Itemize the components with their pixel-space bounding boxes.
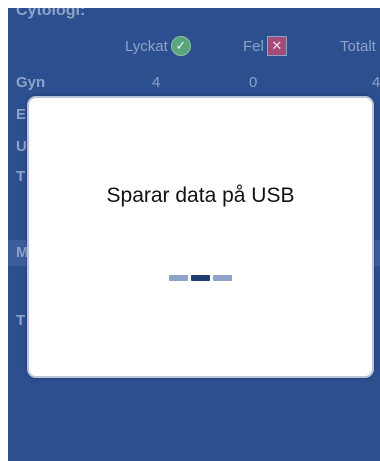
check-circle-icon: ✓	[170, 36, 191, 56]
row-success-value: 4	[152, 74, 161, 91]
row-error-value: 0	[249, 74, 258, 91]
progress-dash	[213, 275, 232, 281]
row-label: T	[16, 168, 26, 185]
total-column-header: Totalt	[340, 35, 376, 57]
success-column-header: Lyckat ✓	[125, 35, 191, 57]
error-column-label: Fel	[243, 37, 264, 55]
error-column-header: Fel ✕	[243, 35, 287, 57]
x-box-icon: ✕	[266, 36, 287, 56]
table-row: Gyn 4 0 4	[8, 70, 380, 96]
row-label: U	[16, 138, 27, 155]
row-label: E	[16, 106, 27, 123]
progress-dash	[169, 275, 188, 281]
row-total-value: 4	[372, 74, 380, 91]
row-label: Gyn	[16, 74, 46, 91]
progress-indicator	[29, 275, 372, 281]
progress-dash-active	[191, 275, 210, 281]
row-label: T	[16, 312, 26, 329]
total-column-label: Totalt	[340, 37, 376, 55]
success-column-label: Lyckat	[125, 37, 168, 55]
saving-dialog: Sparar data på USB	[27, 96, 374, 378]
dialog-title: Sparar data på USB	[106, 184, 295, 207]
section-title: Cytologi:	[16, 8, 86, 19]
